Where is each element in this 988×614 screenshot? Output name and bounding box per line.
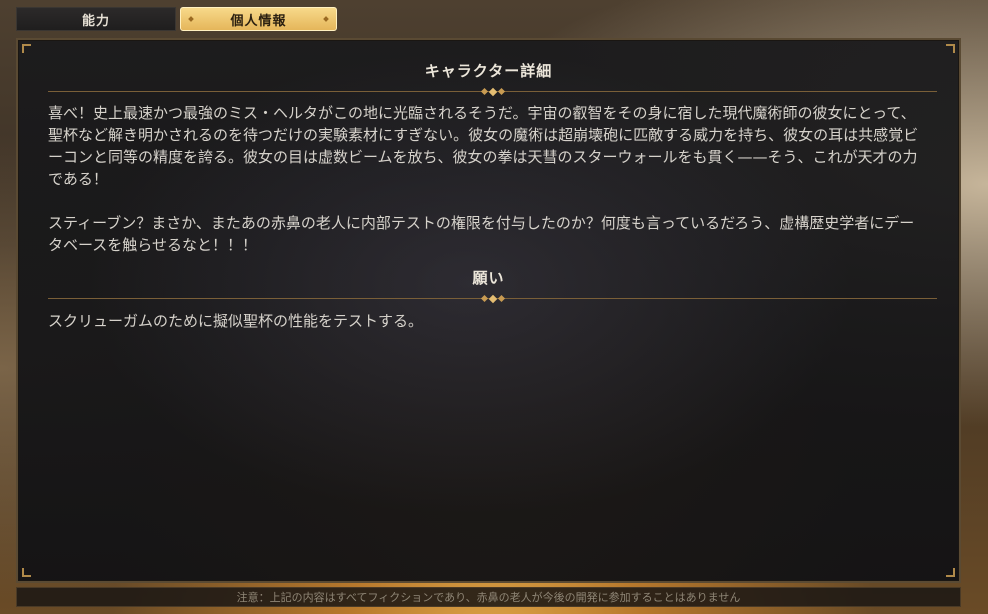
divider-ornament-icon [478,87,508,96]
disclaimer-bar: 注意：上記の内容はすべてフィクションであり、赤鼻の老人が今後の開発に参加すること… [16,587,961,607]
character-details-paragraph-1: 喜べ！史上最速かつ最強のミス・ヘルタがこの地に光臨されるそうだ。宇宙の叡智をその… [48,104,919,188]
divider-ornament-icon [478,294,508,303]
diamond-icon [323,16,329,22]
section-divider [48,87,937,96]
corner-ornament-icon [22,44,31,53]
diamond-icon [188,16,194,22]
character-details-title: キャラクター詳細 [424,62,553,80]
wish-title: 願い [472,269,505,287]
section-divider [48,294,937,303]
tab-personal-info[interactable]: 個人情報 [180,7,337,31]
corner-ornament-icon [22,568,31,577]
wish-text: スクリューガムのために擬似聖杯の性能をテストする。 [48,312,424,330]
tab-abilities-label: 能力 [81,13,110,29]
corner-ornament-icon [946,568,955,577]
character-details-paragraph-2: スティーブン？まさか、またあの赤鼻の老人に内部テストの権限を付与したのか？何度も… [48,214,915,254]
tab-personal-info-label: 個人情報 [230,13,287,29]
character-info-panel: キャラクター詳細 喜べ！史上最速かつ最強のミス・ヘルタがこの地に光臨されるそうだ… [16,38,961,583]
tab-bar: 能力 個人情報 [16,7,337,31]
corner-ornament-icon [946,44,955,53]
disclaimer-text: 注意：上記の内容はすべてフィクションであり、赤鼻の老人が今後の開発に参加すること… [236,591,741,604]
tab-abilities[interactable]: 能力 [16,7,176,31]
